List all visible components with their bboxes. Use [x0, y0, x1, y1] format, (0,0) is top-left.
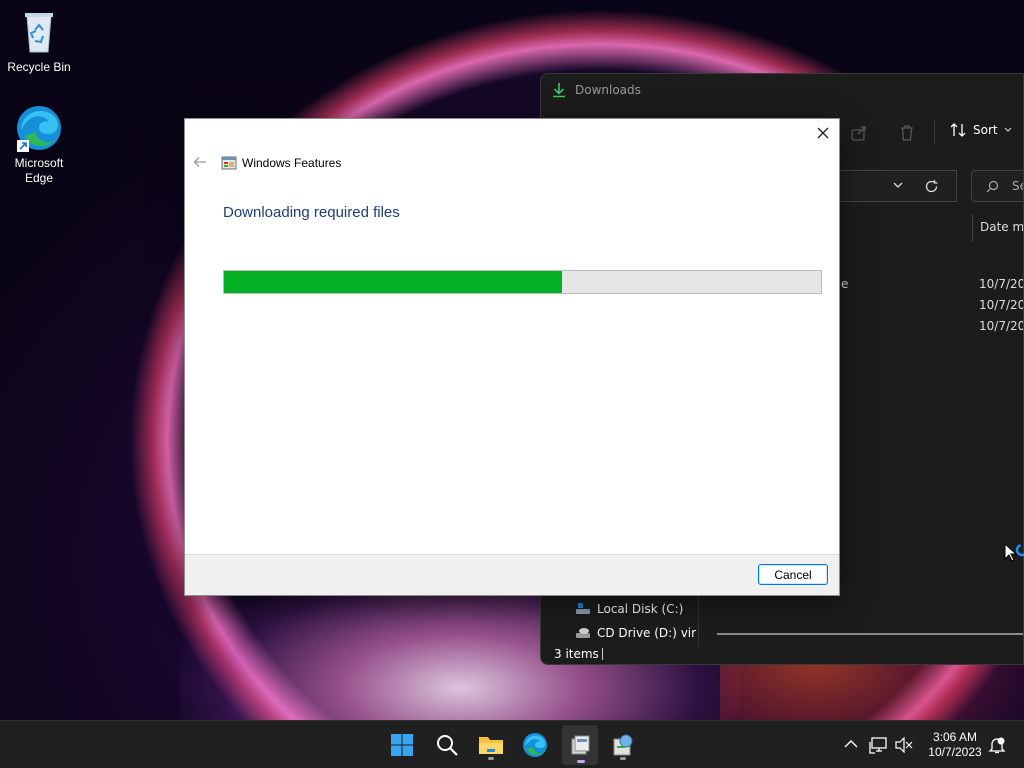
chevron-up-icon[interactable] — [844, 739, 858, 749]
row-date: 10/7/202 — [979, 319, 1023, 333]
desktop-icon-edge[interactable]: Microsoft Edge — [1, 104, 77, 186]
recycle-bin-icon — [15, 8, 63, 56]
share-icon[interactable] — [850, 124, 868, 142]
search-box[interactable]: Se — [971, 170, 1023, 202]
close-icon[interactable] — [815, 125, 831, 141]
file-explorer-icon — [479, 737, 503, 754]
row-date: 10/7/202 — [979, 277, 1023, 291]
cd-drive-icon — [576, 628, 590, 638]
edge-icon — [15, 104, 63, 152]
search-placeholder: Se — [1012, 179, 1023, 193]
running-indicator — [488, 757, 494, 760]
back-arrow-icon[interactable] — [193, 155, 207, 169]
address-bar[interactable]: s — [831, 170, 957, 202]
busy-cursor-icon — [1004, 543, 1024, 562]
row-date: 10/7/202 — [979, 298, 1023, 312]
row-name-fragment: e — [841, 277, 849, 291]
clock-date: 10/7/2023 — [928, 745, 982, 759]
address-chevron-icon[interactable] — [893, 182, 903, 189]
dialog-app-title: Windows Features — [242, 156, 342, 170]
delete-icon[interactable] — [898, 124, 916, 142]
status-separator — [602, 648, 603, 660]
desktop-icon-recycle-bin[interactable]: Recycle Bin — [1, 8, 77, 75]
edge-icon — [523, 733, 547, 757]
taskbar: 3:06 AM 10/7/2023 — [0, 720, 1024, 768]
dialog-heading: Downloading required files — [223, 204, 400, 221]
edge-label-line1: Microsoft — [14, 156, 64, 170]
sort-button[interactable]: Sort — [949, 122, 1012, 138]
chevron-down-icon — [1004, 127, 1012, 132]
progress-fill — [224, 271, 563, 293]
search-icon — [437, 735, 458, 756]
notification-icon[interactable] — [988, 736, 1006, 754]
drive-icon — [576, 603, 590, 614]
active-indicator — [577, 760, 585, 763]
taskbar-setup[interactable] — [607, 729, 639, 761]
explorer-titlebar[interactable]: Downloads — [541, 74, 1023, 106]
running-indicator — [620, 757, 626, 760]
windows-features-icon — [221, 156, 237, 170]
column-header-date[interactable]: Date mo — [972, 214, 1023, 242]
setup-icon — [613, 734, 633, 756]
start-button[interactable] — [386, 729, 418, 761]
nav-item-local-disk[interactable]: Local Disk (C:) — [575, 602, 683, 616]
windows-features-dialog[interactable]: Windows Features Downloading required fi… — [184, 118, 840, 596]
taskbar-windows-features[interactable] — [562, 725, 598, 765]
sort-label: Sort — [973, 123, 998, 137]
pane-divider — [698, 594, 699, 646]
search-icon — [986, 180, 999, 193]
download-icon — [553, 83, 565, 98]
horizontal-scrollbar[interactable] — [717, 633, 1023, 635]
windows-features-icon — [571, 735, 590, 755]
taskbar-search-button[interactable] — [431, 729, 463, 761]
volume-muted-icon[interactable] — [895, 737, 913, 753]
download-progress-bar — [223, 270, 822, 294]
explorer-title: Downloads — [575, 83, 641, 97]
windows-start-icon — [391, 734, 413, 756]
edge-label-line2: Edge — [24, 171, 54, 185]
taskbar-file-explorer[interactable] — [475, 729, 507, 761]
dialog-footer: Cancel — [185, 554, 839, 595]
status-item-count: 3 items — [554, 647, 599, 661]
network-icon[interactable] — [869, 736, 889, 754]
taskbar-clock[interactable]: 3:06 AM 10/7/2023 — [920, 730, 990, 760]
clock-time: 3:06 AM — [932, 730, 978, 744]
taskbar-edge[interactable] — [519, 729, 551, 761]
nav-label: Local Disk (C:) — [597, 602, 684, 616]
nav-item-cd-drive[interactable]: CD Drive (D:) vir — [575, 626, 696, 640]
recycle-bin-label: Recycle Bin — [7, 60, 71, 74]
dialog-app-header: Windows Features — [221, 155, 341, 171]
toolbar-divider — [934, 120, 935, 144]
cancel-button[interactable]: Cancel — [758, 564, 828, 585]
sort-icon — [950, 123, 966, 137]
nav-label: CD Drive (D:) vir — [597, 626, 697, 640]
refresh-icon[interactable] — [924, 179, 939, 194]
